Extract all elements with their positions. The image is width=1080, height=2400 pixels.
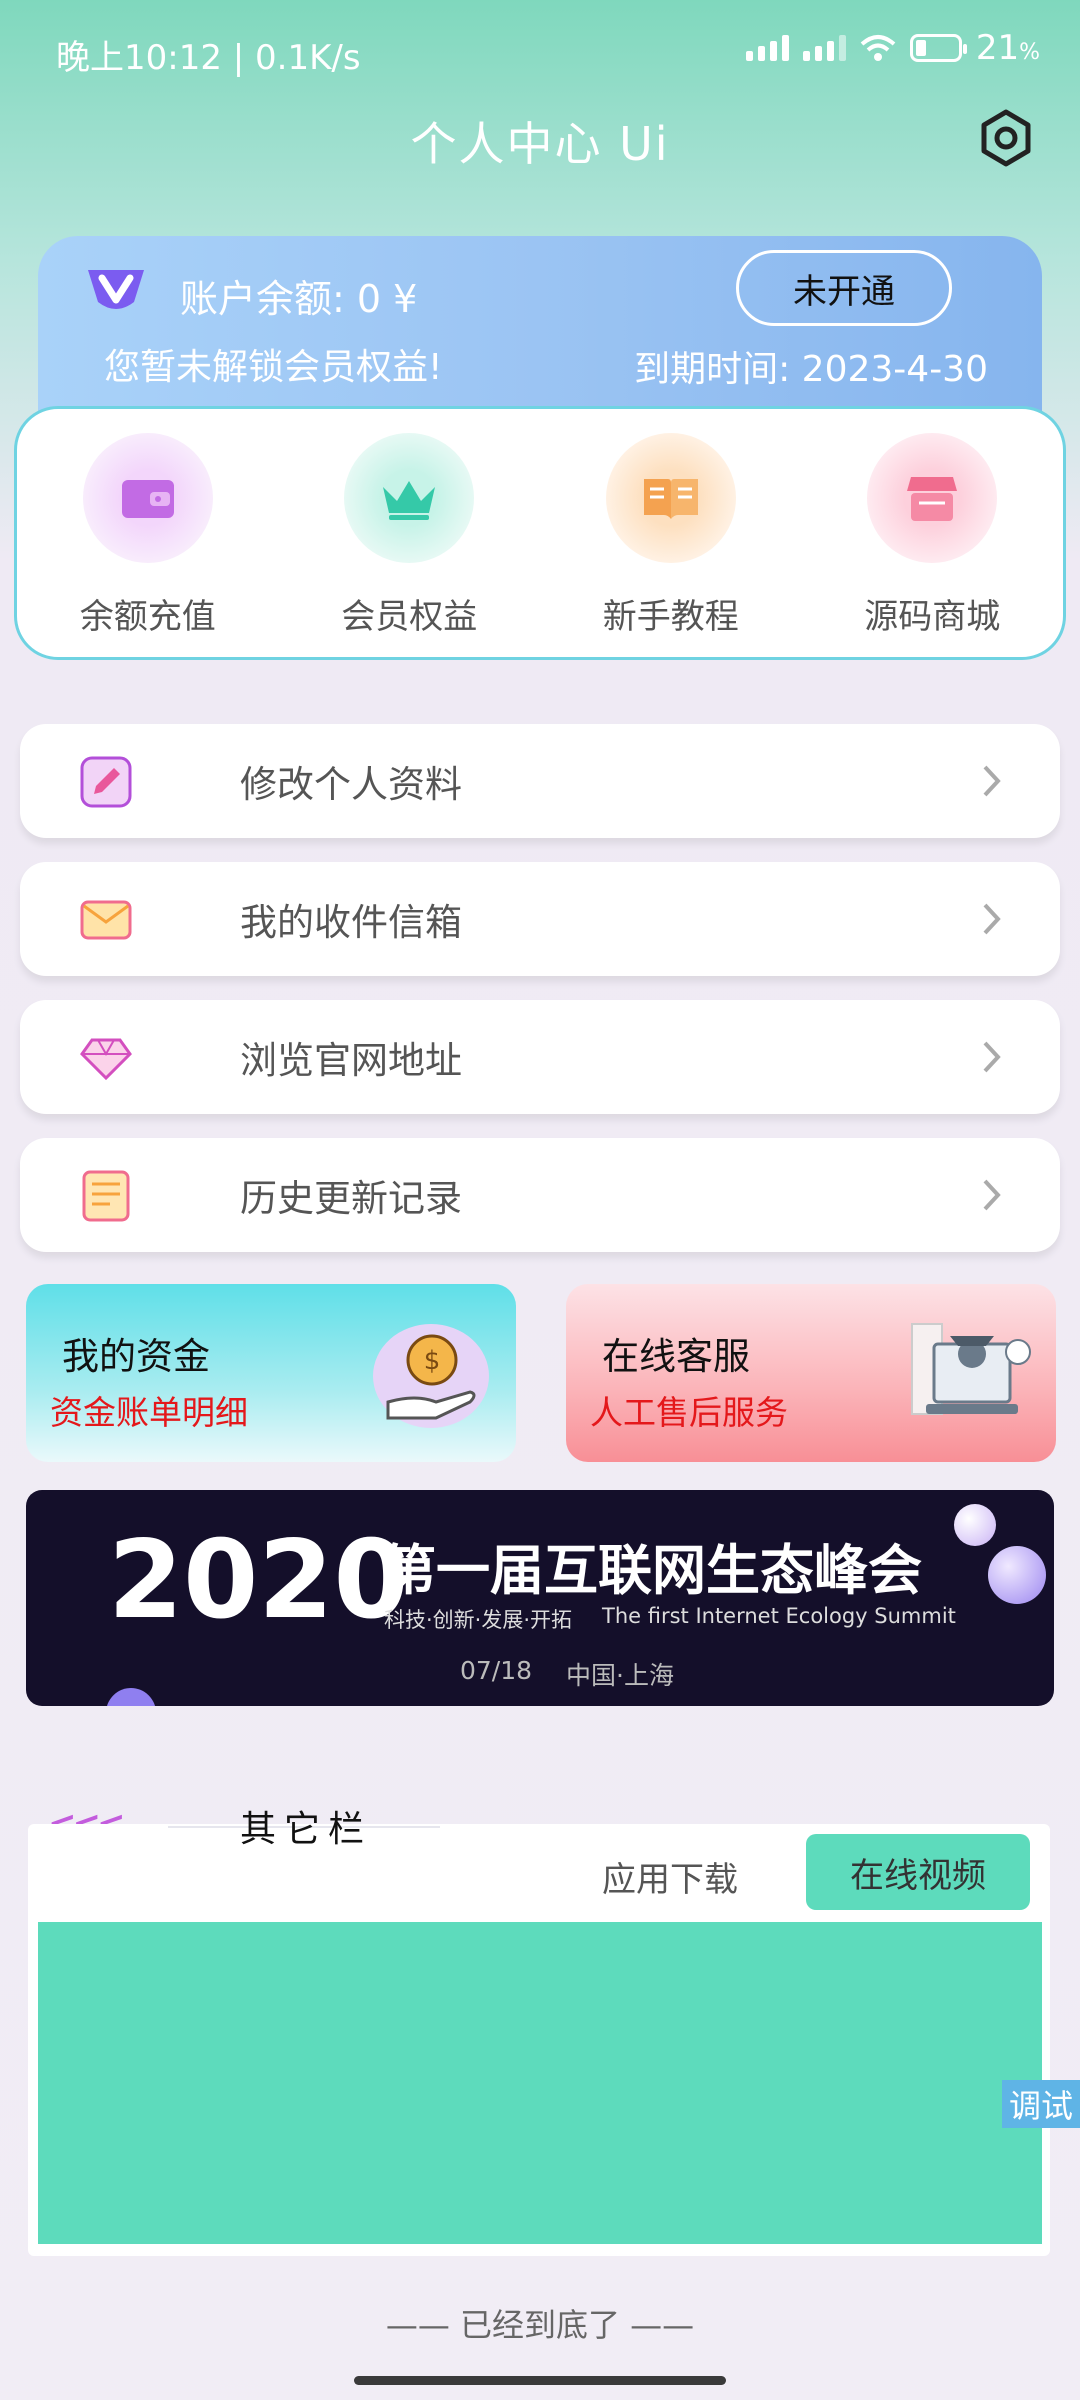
banner-date: 07/18 — [460, 1656, 533, 1685]
crown-icon — [344, 433, 475, 563]
chevron-right-icon — [983, 1179, 1001, 1211]
unlock-hint: 您暂未解锁会员权益! — [104, 347, 443, 388]
signal-icon-2 — [802, 35, 846, 61]
document-icon — [82, 1170, 130, 1222]
quick-label: 新手教程 — [602, 597, 739, 637]
quick-label: 会员权益 — [341, 597, 478, 637]
wifi-icon — [860, 35, 896, 61]
battery-level: 21% — [975, 28, 1040, 68]
status-time: 晚上10:12 | 0.1K/s — [56, 38, 361, 78]
page-title: 个人中心 Ui — [410, 117, 670, 171]
book-icon — [605, 433, 736, 563]
open-membership-button[interactable]: 未开通 — [736, 250, 952, 326]
store-icon — [867, 433, 998, 563]
svg-text:$: $ — [424, 1346, 441, 1376]
quick-member[interactable]: 会员权益 — [279, 409, 541, 657]
menu-label: 修改个人资料 — [240, 763, 462, 806]
home-indicator[interactable] — [354, 2376, 726, 2385]
account-balance: 账户余额: 0 ¥ — [180, 277, 418, 321]
banner-year: 2020 — [108, 1518, 409, 1643]
chevron-right-icon — [983, 765, 1001, 797]
status-bar: 晚上10:12 | 0.1K/s 21% — [0, 0, 1080, 104]
support-agent-icon — [911, 1323, 1031, 1415]
signal-icon — [745, 35, 789, 61]
section-title: 其它栏 — [240, 1809, 373, 1850]
menu-item-edit-profile[interactable]: 修改个人资料 — [20, 724, 1060, 838]
decor-bubble — [954, 1504, 996, 1546]
event-banner[interactable]: 2020 第一届互联网生态峰会 科技·创新·发展·开拓 The first In… — [26, 1490, 1054, 1706]
tab-app-download[interactable]: 应用下载 — [602, 1852, 738, 1901]
quick-label: 余额充值 — [79, 597, 216, 637]
battery-icon — [909, 34, 967, 62]
diamond-icon — [80, 1038, 132, 1081]
card-title: 我的资金 — [62, 1335, 210, 1378]
card-title: 在线客服 — [602, 1335, 750, 1378]
banner-english: The first Internet Ecology Summit — [602, 1604, 956, 1628]
banner-tagline: 科技·创新·发展·开拓 — [384, 1608, 573, 1632]
chevron-right-icon — [983, 903, 1001, 935]
mail-icon — [80, 900, 132, 940]
menu-item-history[interactable]: 历史更新记录 — [20, 1138, 1060, 1252]
end-of-list: —— 已经到底了 —— — [385, 2306, 695, 2344]
menu-item-inbox[interactable]: 我的收件信箱 — [20, 862, 1060, 976]
decor-bubble — [988, 1546, 1046, 1604]
status-icons: 21% — [745, 28, 1040, 68]
tab-online-video[interactable]: 在线视频 — [806, 1834, 1030, 1910]
menu-label: 浏览官网地址 — [240, 1039, 462, 1082]
quick-recharge[interactable]: 余额充值 — [17, 409, 279, 657]
menu-label: 我的收件信箱 — [240, 901, 462, 944]
card-my-funds[interactable]: 我的资金 资金账单明细 $ — [26, 1284, 516, 1462]
banner-headline: 第一届互联网生态峰会 — [382, 1539, 922, 1602]
edit-icon — [80, 756, 132, 808]
quick-tutorial[interactable]: 新手教程 — [540, 409, 802, 657]
menu-label: 历史更新记录 — [240, 1177, 462, 1220]
menu-item-website[interactable]: 浏览官网地址 — [20, 1000, 1060, 1114]
decor-bubble — [106, 1688, 156, 1706]
money-hand-icon: $ — [373, 1324, 489, 1428]
debug-button[interactable]: 调试 — [1002, 2080, 1080, 2128]
vip-badge-icon — [88, 270, 144, 309]
video-content-area[interactable] — [38, 1922, 1042, 2244]
expire-date: 到期时间: 2023-4-30 — [634, 349, 988, 390]
gear-icon[interactable] — [976, 108, 1036, 168]
quick-store[interactable]: 源码商城 — [802, 409, 1064, 657]
chevron-right-icon — [983, 1041, 1001, 1073]
quick-actions: 余额充值 会员权益 新手教程 源码商城 — [14, 406, 1066, 660]
wallet-icon — [82, 433, 213, 563]
card-online-service[interactable]: 在线客服 人工售后服务 — [566, 1284, 1056, 1462]
quick-label: 源码商城 — [864, 597, 1001, 637]
card-subtitle: 资金账单明细 — [50, 1393, 248, 1432]
card-subtitle: 人工售后服务 — [590, 1393, 788, 1432]
banner-location: 中国·上海 — [566, 1661, 674, 1690]
